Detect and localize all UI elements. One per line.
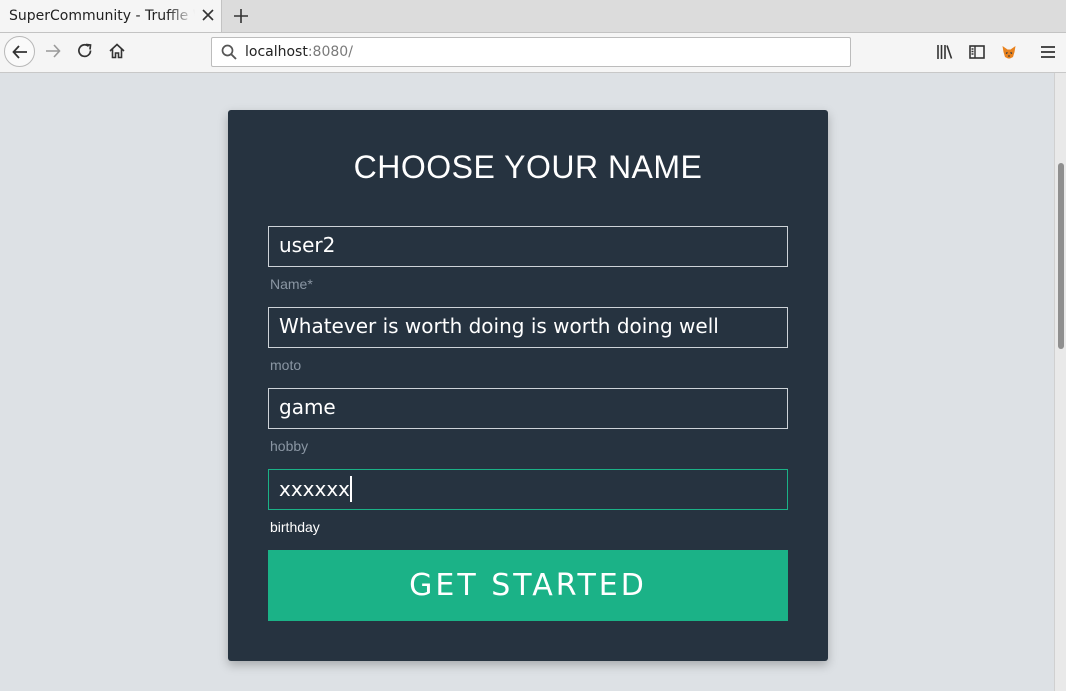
- moto-input[interactable]: Whatever is worth doing is worth doing w…: [268, 307, 788, 348]
- url-bar[interactable]: localhost:8080/: [211, 37, 851, 67]
- library-icon: [937, 45, 953, 59]
- url-host: localhost: [245, 44, 308, 60]
- new-tab-button[interactable]: [229, 4, 253, 28]
- reload-icon: [78, 43, 92, 58]
- tab-title: SuperCommunity - Truffle Webpack: [9, 8, 195, 24]
- name-input-value: user2: [279, 233, 336, 257]
- sidebar-icon: [969, 45, 985, 59]
- url-text: localhost:8080/: [245, 44, 353, 60]
- reload-button[interactable]: [74, 40, 96, 62]
- browser-tab[interactable]: SuperCommunity - Truffle Webpack: [0, 0, 222, 32]
- home-icon: [109, 43, 125, 59]
- home-button[interactable]: [106, 40, 128, 62]
- back-button[interactable]: [4, 36, 35, 67]
- moto-label: moto: [270, 357, 302, 373]
- birthday-value-text: xxxxxx: [279, 477, 351, 501]
- get-started-button[interactable]: GET STARTED: [268, 550, 788, 621]
- birthday-input[interactable]: xxxxxx: [268, 469, 788, 510]
- hobby-label: hobby: [270, 438, 309, 454]
- plus-icon: [234, 9, 248, 23]
- url-port: :8080/: [307, 44, 353, 60]
- name-label: Name*: [270, 276, 313, 292]
- birthday-label: birthday: [270, 519, 320, 535]
- forward-arrow-icon: [46, 44, 61, 58]
- library-button[interactable]: [934, 41, 956, 63]
- tab-bar: SuperCommunity - Truffle Webpack: [0, 0, 1066, 33]
- sidebar-button[interactable]: [966, 41, 988, 63]
- hobby-input-value: game: [279, 395, 336, 419]
- birthday-input-value: xxxxxx: [279, 476, 353, 502]
- scrollbar-thumb[interactable]: [1058, 163, 1064, 349]
- hamburger-menu-button[interactable]: [1037, 41, 1059, 63]
- text-caret: [350, 476, 353, 502]
- name-input[interactable]: user2: [268, 226, 788, 267]
- back-arrow-icon: [11, 44, 27, 59]
- metamask-fox-icon[interactable]: [998, 41, 1020, 63]
- moto-input-value: Whatever is worth doing is worth doing w…: [279, 314, 719, 338]
- forward-button[interactable]: [42, 40, 64, 62]
- search-icon: [221, 44, 237, 60]
- hobby-input[interactable]: game: [268, 388, 788, 429]
- form-title: CHOOSE YOUR NAME: [353, 149, 703, 185]
- navigation-bar: localhost:8080/: [0, 33, 1066, 73]
- hamburger-menu-icon: [1041, 46, 1055, 58]
- close-icon[interactable]: [199, 6, 217, 24]
